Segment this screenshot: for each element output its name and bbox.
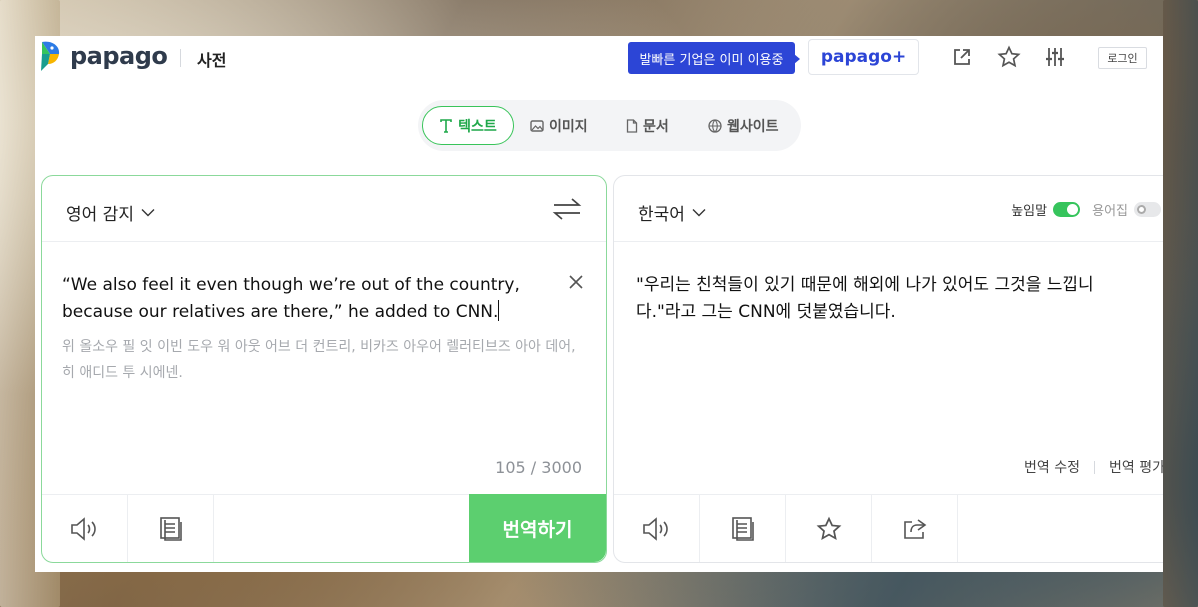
edit-translation-link[interactable]: 번역 수정	[1024, 457, 1080, 477]
glossary-label: 용어집	[1092, 204, 1128, 219]
papago-window: papago 사전 발빠른 기업은 이미 이용중 papago+ 로그인 텍스트	[35, 36, 1163, 572]
papago-logo[interactable]: papago	[38, 40, 168, 72]
source-language-select[interactable]: 영어 감지	[66, 200, 155, 225]
honorific-toggle[interactable]	[1053, 202, 1081, 217]
source-panel: 영어 감지 “We also feel it even though we’re…	[41, 175, 607, 563]
target-panel-header: 한국어 높임말 용어집	[614, 176, 1163, 242]
favorites-star-icon[interactable]	[996, 44, 1022, 70]
tab-text[interactable]: 텍스트	[422, 106, 514, 145]
source-text-line: because our relatives are there,” he add…	[62, 302, 499, 322]
target-panel: 한국어 높임말 용어집 "우리는 친척들이 있기 때문에 해외에 나가 있어도 …	[613, 175, 1163, 563]
chevron-down-icon	[692, 209, 706, 217]
source-text-input[interactable]: “We also feel it even though we’re out o…	[62, 272, 542, 326]
tab-image-label: 이미지	[549, 118, 588, 135]
share-icon	[903, 518, 926, 539]
source-panel-header: 영어 감지	[42, 176, 606, 242]
settings-sliders-icon[interactable]	[1042, 44, 1068, 70]
header-divider	[180, 49, 181, 67]
image-icon	[530, 119, 544, 132]
share-translation-button[interactable]	[872, 495, 958, 562]
text-icon	[440, 118, 452, 133]
document-icon	[626, 118, 638, 133]
dictionary-link[interactable]: 사전	[197, 47, 226, 71]
clear-text-icon[interactable]	[566, 272, 586, 292]
glossary-toggle[interactable]	[1134, 202, 1161, 217]
translation-feedback-links: 번역 수정 번역 평가	[1024, 457, 1163, 477]
dictation-button[interactable]	[128, 495, 214, 562]
login-button[interactable]: 로그인	[1098, 47, 1147, 69]
translate-button[interactable]: 번역하기	[469, 494, 606, 562]
notebook-icon	[731, 516, 754, 541]
tab-document[interactable]: 문서	[626, 106, 669, 145]
link-divider	[1094, 460, 1096, 474]
favorite-translation-button[interactable]	[786, 495, 872, 562]
source-language-label: 영어 감지	[66, 205, 134, 225]
pronunciation-text: 위 올소우 필 잇 이빈 도우 워 아웃 어브 더 컨트리, 비카즈 아우어 렐…	[62, 339, 576, 381]
translated-text: "우리는 친척들이 있기 때문에 해외에 나가 있어도 그것을 느낍니다."라고…	[636, 275, 1094, 322]
star-icon	[816, 516, 841, 540]
character-count: 105 / 3000	[495, 458, 582, 477]
listen-source-button[interactable]	[42, 495, 128, 562]
logo-wordmark: papago	[70, 42, 168, 70]
copy-target-button[interactable]	[700, 495, 786, 562]
chevron-down-icon	[141, 209, 155, 217]
tab-website[interactable]: 웹사이트	[708, 106, 779, 145]
target-language-label: 한국어	[638, 205, 685, 225]
papago-plus-button[interactable]: papago+	[808, 39, 919, 75]
tab-document-label: 문서	[643, 118, 669, 135]
share-window-icon[interactable]	[949, 44, 975, 70]
translation-options: 높임말 용어집	[1011, 200, 1161, 219]
tab-image[interactable]: 이미지	[530, 106, 588, 145]
tab-website-label: 웹사이트	[727, 118, 779, 135]
text-cursor	[498, 300, 500, 321]
listen-target-button[interactable]	[614, 495, 700, 562]
speaker-icon	[642, 516, 668, 541]
target-panel-footer	[614, 494, 1163, 562]
background-photo-detail	[1163, 0, 1198, 607]
mode-tab-bar: 텍스트 이미지 문서 웹사이트	[418, 100, 801, 151]
notebook-icon	[159, 516, 182, 541]
globe-icon	[708, 118, 722, 133]
honorific-label: 높임말	[1011, 204, 1048, 219]
rate-translation-link[interactable]: 번역 평가	[1109, 457, 1163, 477]
swap-languages-icon[interactable]	[552, 196, 582, 222]
papago-bird-icon	[38, 40, 62, 72]
source-text-line: “We also feel it even though we’re out o…	[62, 275, 520, 295]
tab-text-label: 텍스트	[458, 118, 497, 135]
promo-tooltip[interactable]: 발빠른 기업은 이미 이용중	[628, 42, 800, 74]
speaker-icon	[70, 516, 96, 541]
target-language-select[interactable]: 한국어	[638, 200, 706, 225]
